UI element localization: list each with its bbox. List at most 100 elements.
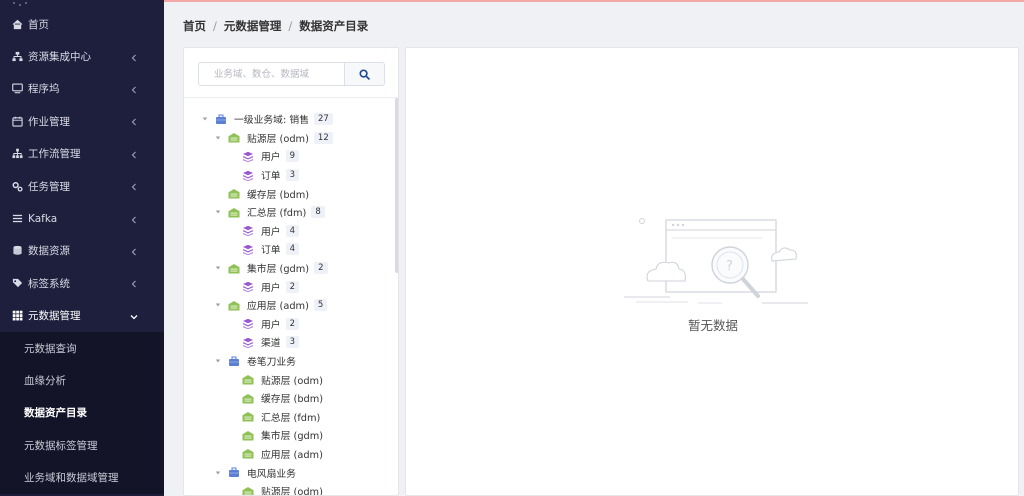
warehouse-icon [242, 486, 254, 495]
tree-node[interactable]: 应用层 (adm) [184, 445, 394, 464]
stack-icon [242, 151, 254, 162]
tree-node-label: 用户 [261, 152, 281, 164]
count-badge: 2 [285, 317, 300, 330]
tree-node-label: 电风扇业务 [247, 468, 296, 480]
tree-node[interactable]: 订单 3 [184, 166, 394, 185]
asset-tree-panel: 一级业务域: 销售 27 贴源层 (odm) 12 用户 9 订单 3 缓存层 (bdm) 汇总层… [183, 47, 399, 496]
chevron-left-icon [130, 85, 138, 94]
tree-node[interactable]: 缓存层 (bdm) [184, 389, 394, 408]
tree-node[interactable]: 渠道 3 [184, 333, 394, 352]
tree-node[interactable]: 用户 4 [184, 222, 394, 241]
sidebar-item[interactable]: 工作流管理 [0, 138, 164, 170]
top-accent-line [164, 0, 1024, 2]
tree-scrollbar[interactable] [395, 98, 398, 273]
briefcase-icon [228, 356, 240, 367]
sidebar-item[interactable]: 数据资源 [0, 235, 164, 267]
sidebar-item[interactable]: 作业管理 [0, 105, 164, 137]
tree-node-label: 贴源层 (odm) [247, 133, 309, 145]
tree-node[interactable]: 集市层 (gdm) 2 [184, 259, 394, 278]
tree-node[interactable]: 电风扇业务 [184, 463, 394, 482]
list-icon [11, 213, 23, 225]
warehouse-icon [228, 132, 240, 143]
tree-node-label: 卷笔刀业务 [247, 357, 296, 369]
sidebar-item[interactable]: Kafka [0, 202, 164, 234]
caret-down-icon[interactable] [214, 208, 222, 216]
sidebar-item[interactable]: 标签系统 [0, 267, 164, 299]
tree-node[interactable]: 汇总层 (fdm) 8 [184, 203, 394, 222]
tree-node[interactable]: 汇总层 (fdm) [184, 408, 394, 427]
tree-node-label: 应用层 (adm) [247, 301, 309, 313]
sidebar-item-label: 程序坞 [28, 83, 60, 96]
sidebar-menu: 首页 资源集成中心程序坞作业管理工作流管理任务管理 Kafka 数据资源标签系统元数据… [0, 8, 164, 494]
tree-node-label: 用户 [261, 226, 281, 238]
tree-node[interactable]: 用户 9 [184, 147, 394, 166]
search-input[interactable] [198, 62, 344, 86]
search-button[interactable] [344, 62, 385, 86]
hierarchy-icon [11, 148, 23, 160]
tree-node[interactable]: 一级业务域: 销售 27 [184, 110, 394, 129]
database-icon [11, 245, 23, 257]
tree-node-label: 一级业务域: 销售 [234, 115, 309, 127]
caret-down-icon[interactable] [201, 115, 209, 123]
chevron-left-icon [130, 247, 138, 256]
sidebar-item[interactable]: 首页 [0, 8, 164, 40]
tree-node[interactable]: 贴源层 (odm) 12 [184, 129, 394, 148]
stack-icon [242, 318, 254, 330]
home-icon [11, 18, 23, 30]
sidebar-item[interactable]: 程序坞 [0, 73, 164, 105]
sidebar-item-label: 任务管理 [28, 180, 70, 193]
tree-node[interactable]: 应用层 (adm) 5 [184, 296, 394, 315]
sidebar: 首页 资源集成中心程序坞作业管理工作流管理任务管理 Kafka 数据资源标签系统元数据… [0, 0, 164, 496]
tree-node[interactable]: 集市层 (gdm) [184, 426, 394, 445]
submenu-item[interactable]: 元数据标签管理 [0, 429, 164, 461]
breadcrumb-home[interactable]: 首页 [183, 18, 206, 34]
submenu-item[interactable]: 业务域和数据域管理 [0, 461, 164, 493]
caret-down-icon[interactable] [214, 134, 222, 142]
breadcrumb-current: 数据资产目录 [299, 19, 369, 33]
submenu-item[interactable]: 血缘分析 [0, 364, 164, 396]
sidebar-item[interactable]: 元数据管理 [0, 300, 164, 332]
search-box [198, 62, 385, 86]
tree-node-label: 订单 [261, 245, 281, 257]
tree-node[interactable]: 用户 2 [184, 315, 394, 334]
no-data-illustration-icon: ? [624, 218, 808, 304]
tree-node[interactable]: 缓存层 (bdm) [184, 184, 394, 203]
calendar-icon [11, 115, 23, 127]
sidebar-item-label: 标签系统 [28, 277, 70, 290]
count-badge: 4 [285, 224, 300, 237]
stack-icon [242, 337, 254, 348]
tree-node[interactable]: 卷笔刀业务 [184, 352, 394, 371]
tree-node-label: 集市层 (gdm) [261, 431, 324, 443]
warehouse-icon [228, 300, 240, 311]
count-badge: 8 [311, 206, 325, 219]
tree-node[interactable]: 贴源层 (odm) [184, 482, 394, 496]
breadcrumb-parent[interactable]: 元数据管理 [224, 18, 282, 34]
submenu-item[interactable]: 元数据查询 [0, 332, 164, 364]
tree-node-label: 应用层 (adm) [261, 449, 323, 461]
tree-node-label: 贴源层 (odm) [261, 487, 323, 496]
sidebar-item[interactable]: 任务管理 [0, 170, 164, 202]
tree-node[interactable]: 订单 4 [184, 240, 394, 259]
tree-node[interactable]: 用户 2 [184, 277, 394, 296]
briefcase-icon [228, 467, 240, 478]
caret-down-icon[interactable] [214, 301, 222, 309]
warehouse-icon [242, 411, 254, 422]
caret-down-icon[interactable] [214, 264, 222, 272]
caret-down-icon[interactable] [214, 469, 222, 477]
submenu-item[interactable]: 数据资产目录 [0, 397, 164, 429]
tree-node[interactable]: 贴源层 (odm) [184, 370, 394, 389]
grid-icon [11, 310, 23, 322]
search-icon [359, 68, 370, 80]
caret-down-icon[interactable] [214, 357, 222, 365]
sidebar-item-label: 作业管理 [28, 115, 70, 128]
sidebar-item[interactable]: 资源集成中心 [0, 40, 164, 72]
count-badge: 12 [313, 131, 333, 144]
warehouse-icon [242, 374, 254, 385]
stack-icon [242, 170, 254, 181]
